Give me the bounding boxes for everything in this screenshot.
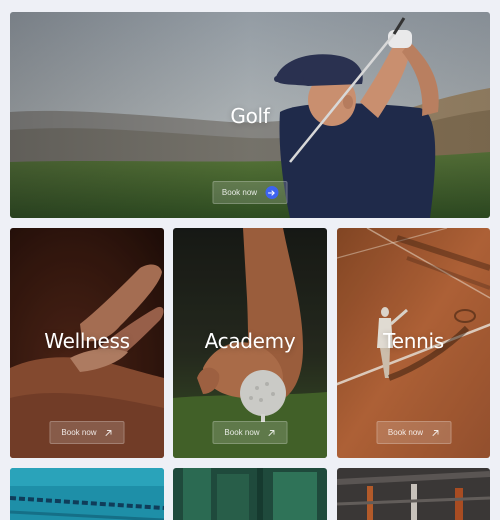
card-academy[interactable]: Academy Book now [173, 228, 327, 458]
golf-book-now-label: Book now [221, 188, 258, 197]
academy-book-now-button[interactable]: Book now [212, 421, 288, 444]
arrow-up-right-icon [432, 429, 439, 436]
card-golf[interactable]: Golf Book now [10, 12, 490, 218]
academy-title: Academy [204, 329, 296, 353]
wellness-book-now-label: Book now [61, 428, 97, 437]
arrow-right-icon [265, 186, 279, 199]
card-swimming[interactable] [10, 468, 164, 520]
tennis-title: Tennis [383, 329, 444, 353]
wellness-title: Wellness [44, 329, 130, 353]
wellness-book-now-button[interactable]: Book now [49, 421, 125, 444]
golf-book-now-button[interactable]: Book now [212, 181, 288, 204]
arrow-up-right-icon [105, 429, 112, 436]
facility-photo [173, 468, 327, 520]
tennis-book-now-label: Book now [387, 428, 424, 437]
card-tennis[interactable]: Tennis Book now [337, 228, 490, 458]
golf-title: Golf [230, 104, 270, 128]
academy-book-now-label: Book now [224, 428, 260, 437]
court-photo [337, 468, 490, 520]
pool-photo [10, 468, 164, 520]
arrow-up-right-icon [268, 429, 275, 436]
card-wellness[interactable]: Wellness Book now [10, 228, 164, 458]
card-facility[interactable] [173, 468, 327, 520]
card-court[interactable] [337, 468, 490, 520]
tennis-book-now-button[interactable]: Book now [376, 421, 451, 444]
